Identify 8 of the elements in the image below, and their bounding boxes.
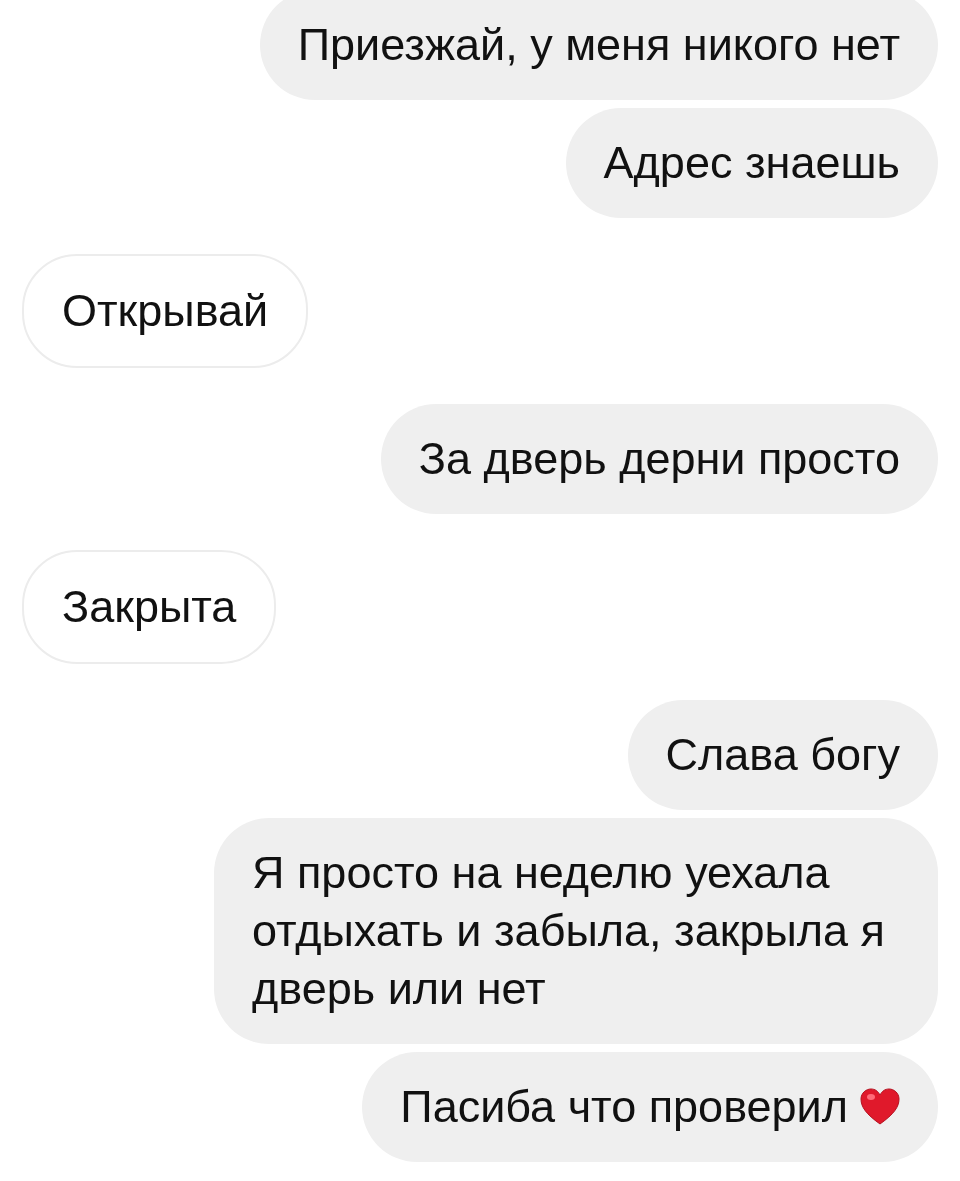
message-text: За дверь дерни просто — [418, 432, 900, 486]
message-text: Приезжай, у меня никого нет — [297, 18, 900, 72]
message-text: Слава богу — [665, 728, 900, 782]
message-text: Закрыта — [62, 580, 237, 634]
message-text: Пасиба что проверил — [400, 1080, 848, 1134]
message-text: Открывай — [62, 284, 269, 338]
message-text: Я просто на неделю уехала отдыхать и забыла, закрыла я дверь или нет — [252, 846, 886, 1016]
message-text: Адрес знаешь — [603, 136, 900, 190]
